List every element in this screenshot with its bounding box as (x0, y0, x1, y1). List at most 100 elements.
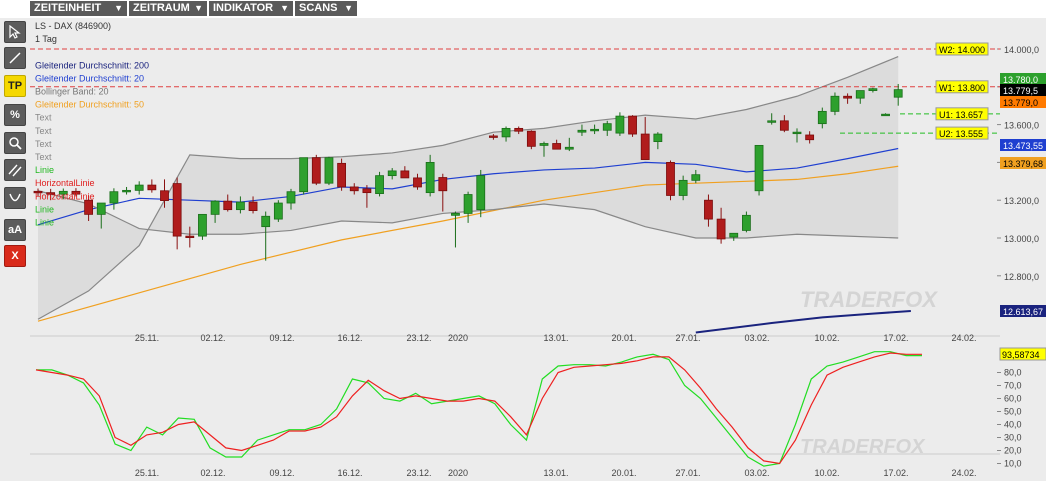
osc-y-tick-label: 10,0 (1004, 459, 1022, 469)
price-label: 13.779,5 (1000, 84, 1046, 96)
x-tick-label: 02.12. (200, 333, 225, 343)
candle-body (716, 218, 726, 240)
x-tick-label: 27.01. (675, 333, 700, 343)
osc-x-tick-label: 17.02. (883, 468, 908, 478)
candle-body (729, 232, 739, 238)
x-tick-label: 20.01. (611, 333, 636, 343)
candle-body (147, 184, 157, 191)
candle-body (653, 133, 663, 143)
osc-x-tick-label: 27.01. (675, 468, 700, 478)
chart-area[interactable]: 14.000,013.800,013.600,013.400,013.200,0… (30, 18, 1046, 481)
delete-tool-icon[interactable]: X (4, 245, 26, 267)
search-tool-icon[interactable] (4, 132, 26, 154)
candle (324, 156, 334, 186)
candle-body (843, 95, 852, 99)
candle-body (817, 110, 827, 125)
candle-body (324, 157, 334, 184)
text-tool[interactable]: aA (4, 219, 26, 241)
candle-body (337, 162, 347, 188)
chart-svg[interactable]: 14.000,013.800,013.600,013.400,013.200,0… (30, 18, 1046, 481)
candle-body (349, 186, 359, 192)
candle-body (311, 157, 321, 184)
y-tick-label: 13.200,0 (1004, 196, 1039, 206)
candle-body (602, 123, 612, 131)
candle-body (779, 120, 789, 131)
candle (754, 144, 764, 196)
candle-body (564, 146, 574, 150)
candle (311, 154, 321, 186)
chevron-down-icon: ▼ (114, 3, 123, 13)
osc-y-tick-label: 40,0 (1004, 420, 1022, 430)
level-label-text: W1: 13.800 (939, 83, 985, 93)
candle-body (223, 200, 233, 211)
candle-body (855, 90, 865, 99)
candle-body (122, 189, 131, 193)
menu-zeiteinheit[interactable]: ZEITEINHEIT ▼ (30, 1, 127, 16)
candle-body (893, 89, 903, 98)
legend-item: Bollinger Band: 20 (35, 87, 109, 97)
candle-body (387, 170, 397, 177)
price-label-text: 13.779,5 (1003, 86, 1038, 96)
osc-y-tick-label: 80,0 (1004, 368, 1022, 378)
candle-body (451, 213, 460, 216)
chevron-down-icon: ▼ (194, 3, 203, 13)
candle-body (881, 113, 890, 117)
menu-indikator[interactable]: INDIKATOR ▼ (209, 1, 293, 16)
osc-x-tick-label: 09.12. (269, 468, 294, 478)
x-tick-label: 2020 (448, 333, 468, 343)
candle-body (375, 175, 384, 194)
y-tick-label: 14.000,0 (1004, 45, 1039, 55)
legend-item: HorizontalLinie (35, 191, 95, 201)
legend-item: Linie (35, 218, 54, 228)
candle-body (678, 179, 688, 196)
osc-x-tick-label: 23.12. (406, 468, 431, 478)
level-label-2: U1: 13.657 (935, 107, 989, 121)
candle-body (400, 170, 410, 179)
chevron-down-icon: ▼ (280, 3, 289, 13)
candle (299, 157, 309, 195)
price-label: 13.379,68 (1000, 157, 1046, 169)
level-label-text: U2: 13.555 (939, 129, 983, 139)
osc-x-tick-label: 02.12. (200, 468, 225, 478)
cursor-tool-icon[interactable] (4, 21, 26, 43)
candle-body (210, 200, 220, 215)
osc-x-tick-label: 25.11. (135, 468, 159, 478)
parallel-lines-tool-icon[interactable] (4, 159, 26, 181)
menu-label: ZEITEINHEIT (34, 2, 102, 14)
candle-body (805, 134, 815, 141)
tp-tool[interactable]: TP (4, 75, 26, 97)
price-label-text: 13.379,68 (1003, 159, 1043, 169)
menu-zeitraum[interactable]: ZEITRAUM ▼ (129, 1, 207, 16)
legend-item: 1 Tag (35, 34, 57, 44)
candle-body (577, 129, 587, 133)
osc-y-tick-label: 30,0 (1004, 433, 1022, 443)
osc-x-tick-label: 2020 (448, 468, 468, 478)
price-label: 13.779,0 (1000, 96, 1046, 108)
candle-body (691, 174, 701, 181)
menu-scans[interactable]: SCANS ▼ (295, 1, 357, 16)
legend-item: Linie (35, 204, 54, 214)
legend-item: Text (35, 139, 52, 149)
y-tick-label: 13.000,0 (1004, 234, 1039, 244)
candle (830, 92, 840, 116)
candle-body (514, 127, 524, 132)
delete-tool-icon-label: X (11, 250, 19, 262)
osc-y-tick-label: 20,0 (1004, 446, 1022, 456)
legend-item: Linie (35, 165, 54, 175)
level-label-1: W1: 13.800 (935, 80, 989, 94)
x-tick-label: 24.02. (951, 333, 976, 343)
percent-tool-icon[interactable]: % (4, 104, 26, 126)
candle-body (286, 191, 296, 204)
candle-body (754, 144, 764, 192)
line-tool-icon[interactable] (4, 47, 26, 69)
candle-body (425, 161, 435, 194)
legend-item: Gleitender Durchschnitt: 20 (35, 73, 144, 83)
level-label-text: U1: 13.657 (939, 110, 983, 120)
candle-body (185, 235, 195, 239)
candle-body (868, 88, 878, 91)
tp-tool-label: TP (7, 80, 23, 92)
legend-item: Gleitender Durchschnitt: 50 (35, 100, 144, 110)
curve-tool-icon[interactable] (4, 187, 26, 209)
legend-item: Text (35, 152, 52, 162)
drawing-toolbar: TP% aA X (0, 18, 30, 481)
